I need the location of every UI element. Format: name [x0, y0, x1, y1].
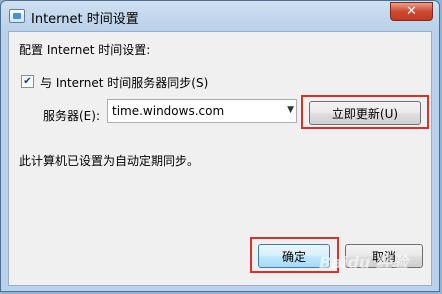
server-label: 服务器(E): [43, 109, 100, 123]
baidu-watermark: Baidu 经验 [319, 253, 408, 272]
sync-status-text: 此计算机已设置为自动定期同步。 [19, 154, 200, 168]
dialog-client-area: 配置 Internet 时间设置: ✔ 与 Internet 时间服务器同步(S… [8, 31, 432, 286]
server-value: time.windows.com [112, 104, 225, 118]
checkmark-icon: ✔ [23, 75, 32, 87]
clock-settings-icon [9, 9, 25, 23]
close-button[interactable]: ✕ [390, 2, 433, 21]
sync-checkbox[interactable]: ✔ [21, 75, 34, 88]
dropdown-arrow-icon[interactable]: ▼ [287, 105, 294, 115]
window-title: Internet 时间设置 [31, 12, 139, 27]
update-now-button[interactable]: 立即更新(U) [309, 101, 421, 125]
dialog-heading: 配置 Internet 时间设置: [19, 43, 151, 57]
internet-time-settings-window: Internet 时间设置 ✕ 配置 Internet 时间设置: ✔ 与 In… [0, 0, 440, 292]
sync-checkbox-label[interactable]: 与 Internet 时间服务器同步(S) [40, 74, 208, 91]
server-combobox[interactable]: time.windows.com ▼ [107, 99, 297, 123]
close-icon: ✕ [406, 4, 417, 19]
title-bar[interactable]: Internet 时间设置 ✕ [1, 1, 439, 31]
